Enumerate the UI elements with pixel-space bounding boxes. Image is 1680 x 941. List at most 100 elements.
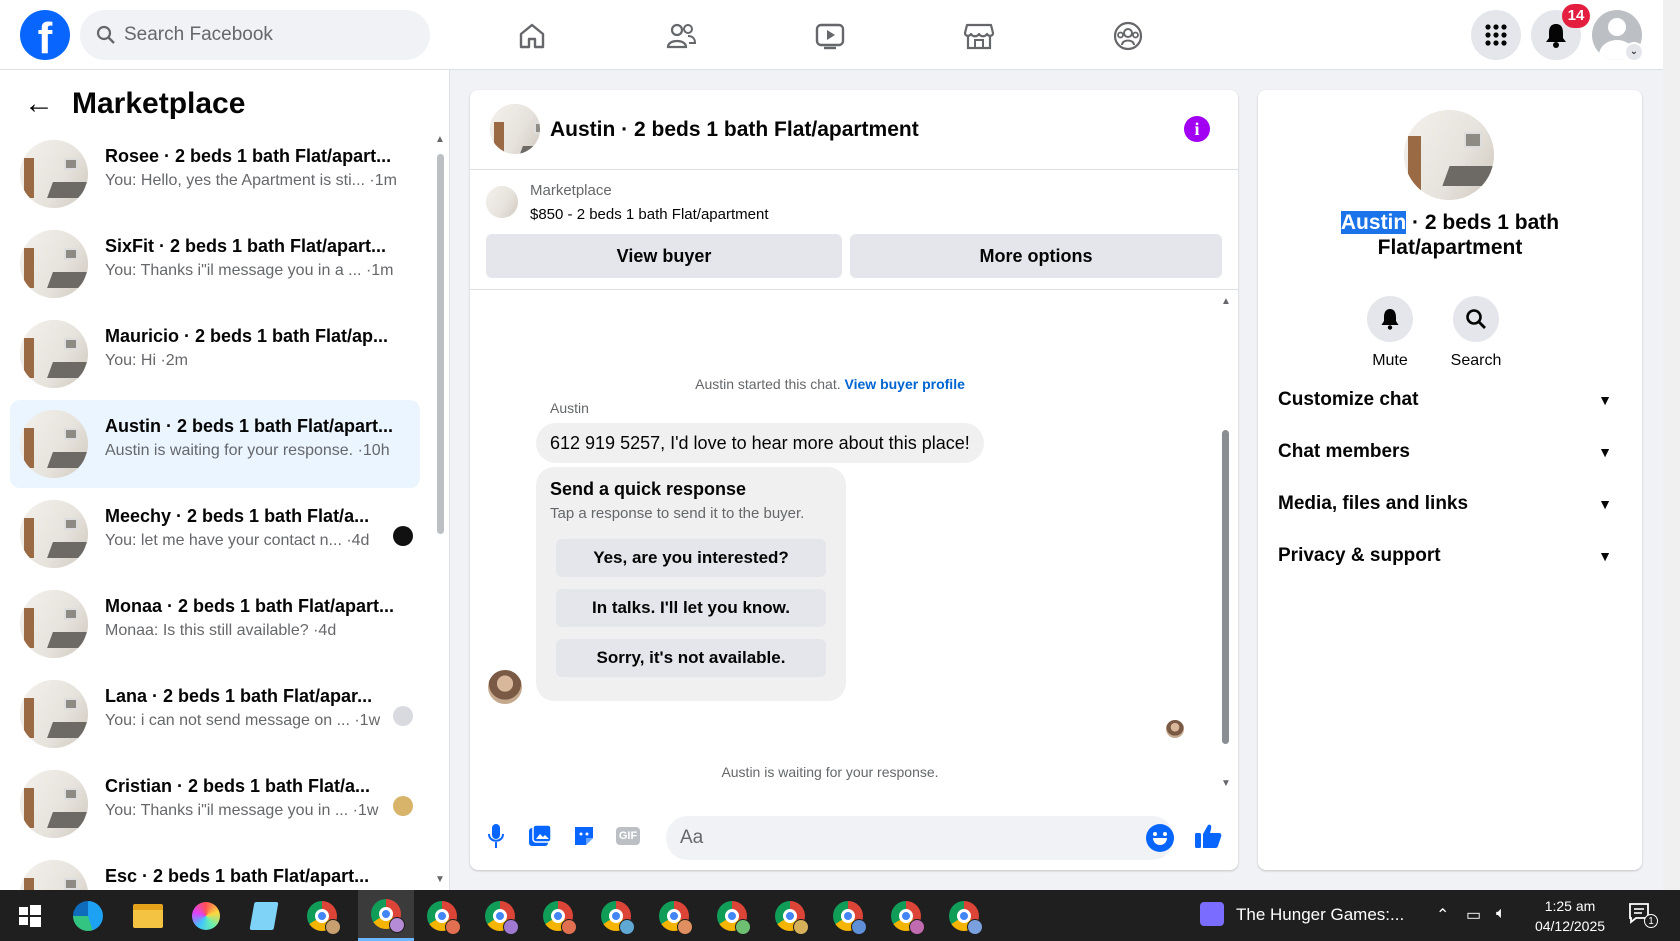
conversation-title: Meechy · 2 beds 1 bath Flat/a... — [105, 506, 370, 526]
chevron-up-icon[interactable]: ⌃ — [1436, 905, 1449, 925]
chat-started-notice: Austin started this chat. View buyer pro… — [470, 376, 1190, 392]
scroll-up-arrow-icon[interactable]: ▲ — [435, 134, 445, 145]
chrome-profile-icon[interactable] — [714, 898, 751, 935]
conversation-item-active[interactable]: Austin · 2 beds 1 bath Flat/apart... Aus… — [10, 400, 420, 488]
left-header: ← Marketplace — [24, 84, 245, 124]
emoji-icon[interactable] — [1146, 824, 1174, 852]
conversation-item[interactable]: Lana · 2 beds 1 bath Flat/apar... You: i… — [10, 670, 420, 758]
marketplace-icon[interactable] — [957, 14, 1001, 58]
quick-response-button[interactable]: Sorry, it's not available. — [556, 639, 826, 677]
edge-browser-icon[interactable] — [70, 898, 106, 934]
listing-thumbnail — [20, 860, 88, 890]
chrome-profile-icon[interactable] — [304, 898, 341, 935]
friends-icon[interactable] — [659, 14, 703, 58]
chat-started-text: Austin started this chat. — [695, 376, 841, 392]
chrome-profile-icon[interactable] — [656, 898, 693, 935]
page-title: Marketplace — [72, 87, 246, 120]
chrome-profile-icon-active[interactable] — [358, 890, 414, 941]
conversation-item[interactable]: Monaa · 2 beds 1 bath Flat/apart... Mona… — [10, 580, 420, 668]
listing-thumbnail — [20, 140, 88, 208]
conversation-title: Mauricio · 2 beds 1 bath Flat/ap... — [105, 326, 389, 346]
windows-start-icon[interactable] — [12, 898, 48, 934]
section-label: Customize chat — [1278, 389, 1419, 410]
quick-response-button[interactable]: Yes, are you interested? — [556, 539, 826, 577]
conversation-title: Lana · 2 beds 1 bath Flat/apar... — [105, 686, 373, 706]
conversation-item[interactable]: SixFit · 2 beds 1 bath Flat/apart... You… — [10, 220, 420, 308]
facebook-logo[interactable]: f — [20, 10, 70, 63]
paint-app-icon[interactable] — [188, 898, 224, 934]
action-center-icon[interactable]: 1 — [1628, 902, 1658, 931]
search-icon — [96, 25, 115, 44]
chevron-down-icon: ▼ — [1598, 496, 1612, 512]
view-buyer-profile-link[interactable]: View buyer profile — [845, 376, 965, 392]
conversation-preview: You: let me have your contact n... ·4d — [105, 532, 370, 549]
back-arrow-icon[interactable]: ← — [24, 89, 54, 119]
chrome-profile-icon[interactable] — [830, 898, 867, 935]
chrome-profile-icon[interactable] — [888, 898, 925, 935]
chrome-profile-icon[interactable] — [424, 898, 461, 935]
conversation-item[interactable]: Cristian · 2 beds 1 bath Flat/a... You: … — [10, 760, 420, 848]
chevron-down-icon: ▼ — [1598, 392, 1612, 408]
chrome-profile-icon[interactable] — [598, 898, 635, 935]
video-icon[interactable] — [808, 14, 852, 58]
sticker-icon[interactable] — [570, 822, 598, 850]
conversation-title: SixFit · 2 beds 1 bath Flat/apart... — [105, 236, 387, 256]
network-icon[interactable]: ▭ — [1466, 905, 1481, 925]
window-scrollbar[interactable] — [1663, 0, 1680, 890]
chrome-profile-icon[interactable] — [482, 898, 519, 935]
scroll-down-arrow-icon[interactable]: ▼ — [435, 874, 445, 885]
message-input[interactable] — [666, 816, 1174, 860]
listing-source-label: Marketplace — [530, 182, 612, 199]
scroll-down-arrow-icon[interactable]: ▼ — [1221, 778, 1231, 789]
media-player-icon[interactable] — [1200, 902, 1224, 926]
file-explorer-icon[interactable] — [130, 898, 166, 934]
scroll-up-arrow-icon[interactable]: ▲ — [1221, 296, 1231, 307]
notepad-app-icon[interactable] — [246, 898, 282, 934]
conversation-item[interactable]: Mauricio · 2 beds 1 bath Flat/ap... You:… — [10, 310, 420, 398]
conversation-item[interactable]: Esc · 2 beds 1 bath Flat/apart... — [10, 850, 420, 890]
volume-icon[interactable]: 🔈︎ — [1496, 905, 1506, 923]
buyer-avatar[interactable] — [488, 670, 522, 704]
search-action[interactable]: Search — [1446, 296, 1506, 370]
chrome-profile-icon[interactable] — [946, 898, 983, 935]
chevron-down-icon[interactable]: ⌄ — [1624, 42, 1644, 62]
quick-response-button[interactable]: In talks. I'll let you know. — [556, 589, 826, 627]
conversation-item[interactable]: Meechy · 2 beds 1 bath Flat/a... You: le… — [10, 490, 420, 578]
privacy-support-section[interactable]: Privacy & support ▼ — [1278, 536, 1622, 576]
conversation-preview: You: Thanks i"il message you in ... ·1w — [105, 802, 379, 819]
info-icon[interactable]: i — [1184, 116, 1210, 142]
thumbs-up-icon[interactable] — [1194, 822, 1222, 850]
chat-members-section[interactable]: Chat members ▼ — [1278, 432, 1622, 472]
system-clock[interactable]: 1:25 am 04/12/2025 — [1530, 896, 1610, 936]
mute-action[interactable]: Mute — [1360, 296, 1420, 370]
seen-avatar — [393, 796, 413, 816]
groups-icon[interactable] — [1106, 14, 1150, 58]
conversation-preview: You: i can not send message on ... ·1w — [105, 712, 381, 729]
chat-info-panel: Austin · 2 beds 1 bath Flat/apartment Mu… — [1258, 90, 1642, 870]
menu-grid-icon[interactable] — [1471, 10, 1521, 60]
more-options-button[interactable]: More options — [850, 234, 1222, 278]
customize-chat-section[interactable]: Customize chat ▼ — [1278, 380, 1622, 420]
home-icon[interactable] — [510, 14, 554, 58]
conversation-item[interactable]: Rosee · 2 beds 1 bath Flat/apart... You:… — [10, 130, 420, 218]
media-title[interactable]: The Hunger Games:... — [1236, 905, 1404, 925]
media-files-links-section[interactable]: Media, files and links ▼ — [1278, 484, 1622, 524]
chat-title[interactable]: Austin · 2 beds 1 bath Flat/apartment — [550, 118, 919, 142]
view-buyer-button[interactable]: View buyer — [486, 234, 842, 278]
microphone-icon[interactable] — [482, 822, 510, 850]
listing-thumbnail — [20, 770, 88, 838]
search-input[interactable] — [124, 10, 414, 60]
chrome-profile-icon[interactable] — [540, 898, 577, 935]
photo-icon[interactable] — [526, 822, 554, 850]
listing-photo[interactable] — [1404, 110, 1494, 200]
chat-scrollbar[interactable] — [1222, 430, 1229, 744]
gif-icon[interactable]: GIF — [614, 822, 642, 850]
listing-thumbnail — [20, 590, 88, 658]
listing-thumbnail — [20, 320, 88, 388]
search-box[interactable] — [80, 10, 430, 60]
listing-thumbnail[interactable] — [490, 104, 540, 154]
conversation-list-scrollbar[interactable] — [437, 154, 444, 534]
chrome-profile-icon[interactable] — [772, 898, 809, 935]
listing-summary: Marketplace $850 - 2 beds 1 bath Flat/ap… — [470, 170, 1238, 290]
gif-label: GIF — [615, 827, 641, 845]
